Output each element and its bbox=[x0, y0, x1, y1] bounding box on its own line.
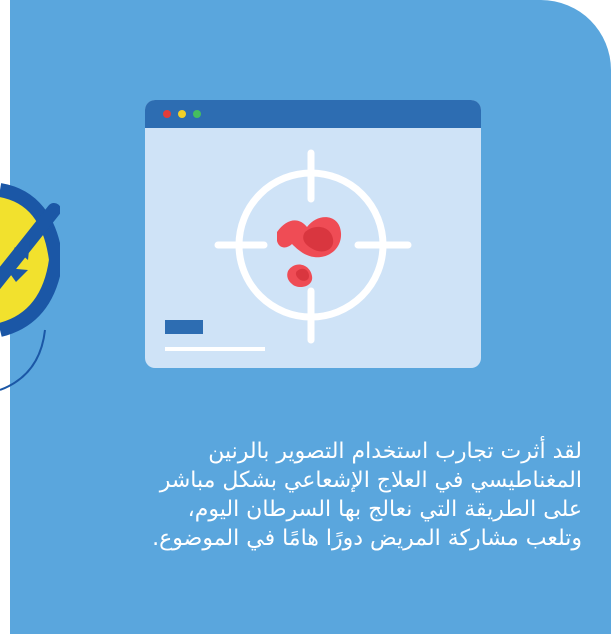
white-progress-line bbox=[165, 347, 265, 351]
mri-info-card-stage: لقد أثرت تجارب استخدام التصوير بالرنين ا… bbox=[0, 0, 611, 634]
paragraph-line-4: وتلعب مشاركة المريض دورًا هامًا في الموض… bbox=[152, 526, 582, 551]
arabic-paragraph: لقد أثرت تجارب استخدام التصوير بالرنين ا… bbox=[30, 437, 582, 553]
badge-thin-line bbox=[0, 329, 46, 391]
blue-progress-block bbox=[165, 320, 203, 334]
browser-target-illustration bbox=[145, 100, 481, 368]
paragraph-line-2: المغناطيسي في العلاج الإشعاعي بشكل مباشر bbox=[159, 468, 582, 493]
paragraph-line-3: على الطريقة التي نعالج بها السرطان اليوم… bbox=[187, 497, 582, 522]
radiation-badge-icon bbox=[0, 183, 60, 391]
paragraph-line-1: لقد أثرت تجارب استخدام التصوير بالرنين bbox=[208, 439, 582, 464]
